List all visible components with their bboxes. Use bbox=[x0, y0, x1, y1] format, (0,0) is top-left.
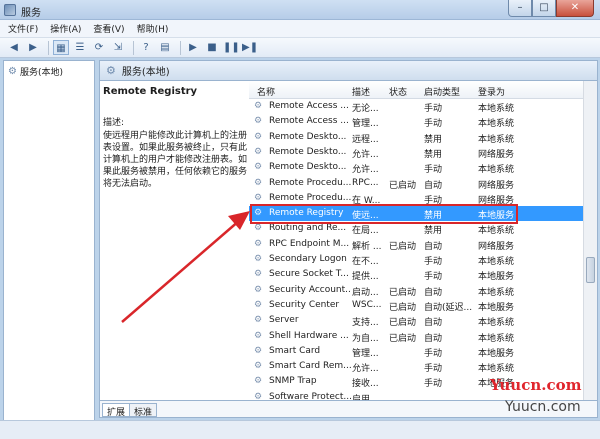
tab-extended[interactable]: 扩展 bbox=[102, 403, 131, 418]
watermark-brand: Yuucn.com bbox=[490, 376, 582, 394]
status-bar bbox=[0, 420, 600, 439]
tab-standard[interactable]: 标准 bbox=[129, 403, 158, 418]
annotation-arrow bbox=[121, 211, 250, 323]
watermark-sub: Yuucn.com bbox=[505, 399, 581, 415]
